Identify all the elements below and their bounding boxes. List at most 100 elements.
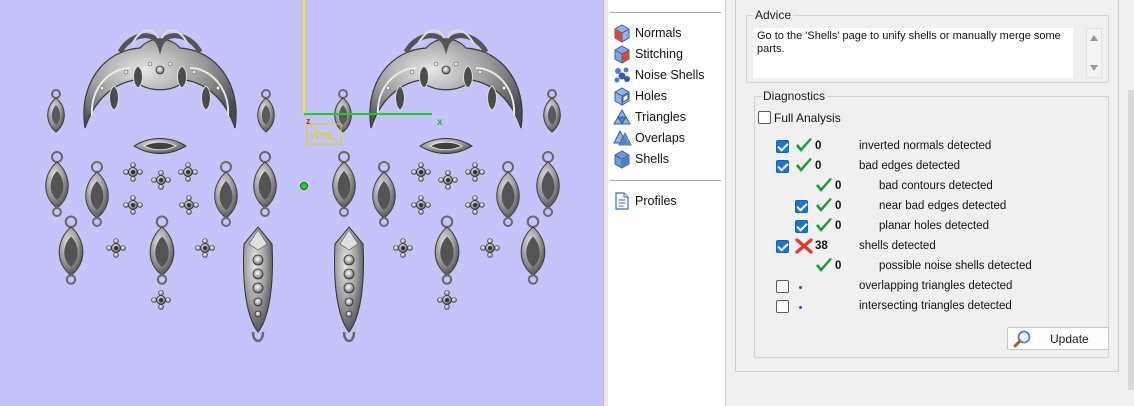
scroll-up-icon[interactable]	[1090, 35, 1098, 41]
earring-drop-piece[interactable]	[256, 89, 276, 133]
flower-stud-piece[interactable]	[437, 290, 457, 310]
earring-drop-piece[interactable]	[535, 151, 561, 217]
earring-drop-piece[interactable]	[371, 161, 397, 227]
nav-item-shells[interactable]: Shells	[612, 149, 669, 169]
diagnostic-count: 0	[815, 140, 822, 152]
earring-drop-piece[interactable]	[252, 151, 278, 217]
origin-marker	[300, 182, 308, 190]
crown-piece[interactable]	[84, 30, 236, 128]
earring-drop-piece[interactable]	[495, 161, 521, 227]
stitching-cube-icon	[612, 44, 632, 64]
diagnostic-label: shells detected	[859, 240, 936, 252]
large-drop-piece[interactable]	[434, 215, 460, 285]
diagnostic-label: intersecting triangles detected	[859, 300, 1012, 312]
diagnostic-checkbox[interactable]	[776, 300, 789, 313]
diagnostic-checkbox[interactable]	[795, 220, 808, 233]
nav-item-profiles[interactable]: Profiles	[612, 191, 677, 211]
shells-cube-icon	[612, 149, 632, 169]
center-drop-piece[interactable]	[133, 138, 187, 154]
flower-stud-piece[interactable]	[123, 195, 143, 215]
nav-item-normals[interactable]: Normals	[612, 23, 682, 43]
advice-title: Advice	[753, 8, 794, 22]
nav-item-label: Profiles	[635, 194, 677, 208]
diagnostic-label: planar holes detected	[879, 220, 989, 232]
nav-item-label: Triangles	[635, 110, 686, 124]
diagnostic-checkbox[interactable]	[776, 140, 789, 153]
advice-scrollbar[interactable]	[1086, 28, 1102, 78]
holes-cube-icon	[612, 86, 632, 106]
diagnostic-checkbox[interactable]	[795, 200, 808, 213]
diagnostic-label: bad edges detected	[859, 160, 961, 172]
properties-panel: Advice Go to the 'Shells' page to unify …	[727, 0, 1134, 406]
nav-item-noise-shells[interactable]: Noise Shells	[612, 65, 704, 85]
flower-stud-piece[interactable]	[411, 195, 431, 215]
document-icon	[612, 191, 632, 211]
flower-stud-piece[interactable]	[195, 238, 215, 258]
large-drop-piece[interactable]	[520, 215, 546, 285]
nav-item-triangles[interactable]: Triangles	[612, 107, 686, 127]
bail-pendant-piece[interactable]	[242, 225, 274, 343]
diagnostic-checkbox[interactable]	[776, 160, 789, 173]
center-drop-piece[interactable]	[419, 138, 473, 154]
check-mark-icon	[815, 258, 833, 274]
flower-stud-piece[interactable]	[179, 195, 199, 215]
pending-dot-icon	[799, 306, 802, 309]
flower-stud-piece[interactable]	[178, 162, 198, 182]
bail-pendant-piece[interactable]	[333, 225, 365, 343]
large-drop-piece[interactable]	[58, 215, 84, 285]
earring-drop-piece[interactable]	[44, 151, 70, 217]
large-drop-piece[interactable]	[149, 215, 175, 285]
flower-stud-piece[interactable]	[411, 162, 431, 182]
flower-stud-piece[interactable]	[123, 162, 143, 182]
jewelry-model-render[interactable]: z x WCS	[0, 0, 603, 406]
flower-stud-piece[interactable]	[465, 162, 485, 182]
earring-drop-piece[interactable]	[84, 161, 110, 227]
diagnostics-title: Diagnostics	[761, 89, 828, 103]
z-axis-label: z	[306, 116, 311, 126]
diagnostic-label: possible noise shells detected	[879, 260, 1032, 272]
nav-separator	[610, 180, 721, 181]
check-mark-icon	[815, 178, 833, 194]
3d-viewport[interactable]: z x WCS	[0, 0, 603, 406]
check-mark-icon	[815, 198, 833, 214]
earring-drop-piece[interactable]	[333, 89, 353, 133]
x-axis-label: x	[437, 117, 443, 128]
earring-drop-piece[interactable]	[331, 151, 357, 217]
nav-item-overlaps[interactable]: Overlaps	[612, 128, 685, 148]
scroll-down-icon[interactable]	[1090, 65, 1098, 71]
diagnostic-checkbox[interactable]	[776, 240, 789, 253]
earring-drop-piece[interactable]	[46, 89, 66, 133]
nav-item-label: Stitching	[635, 47, 683, 61]
nav-item-label: Overlaps	[635, 131, 686, 145]
flower-stud-piece[interactable]	[151, 290, 171, 310]
diagnostic-count: 38	[815, 240, 828, 252]
earring-drop-piece[interactable]	[542, 89, 562, 133]
flower-stud-piece[interactable]	[480, 238, 500, 258]
flower-stud-piece[interactable]	[151, 170, 171, 190]
flower-stud-piece[interactable]	[106, 238, 126, 258]
diagnostic-count: 0	[835, 200, 842, 212]
flower-stud-piece[interactable]	[438, 170, 458, 190]
nav-item-stitching[interactable]: Stitching	[612, 44, 683, 64]
noise-shells-icon	[612, 65, 632, 85]
earring-drop-piece[interactable]	[213, 161, 239, 227]
diagnostic-label: overlapping triangles detected	[859, 280, 1013, 292]
flower-stud-piece[interactable]	[465, 195, 485, 215]
nav-item-holes[interactable]: Holes	[612, 86, 667, 106]
analysis-page: Advice Go to the 'Shells' page to unify …	[735, 0, 1119, 372]
repair-pages-nav: Normals Stitching Noise Shells Holes Triangl…	[608, 0, 726, 406]
diagnostic-checkbox[interactable]	[776, 280, 789, 293]
full-analysis-checkbox[interactable]	[758, 111, 771, 124]
nav-item-label: Normals	[635, 26, 682, 40]
check-mark-icon	[815, 218, 833, 234]
nav-item-label: Holes	[635, 89, 667, 103]
panel-scrollbar[interactable]	[1128, 90, 1134, 390]
wcs-label: WCS	[310, 131, 334, 142]
update-button-label: Update	[1050, 332, 1089, 346]
update-button[interactable]: Update	[1007, 327, 1109, 350]
triangles-icon	[612, 107, 632, 127]
diagnostic-count: 0	[835, 220, 842, 232]
overlaps-icon	[612, 128, 632, 148]
flower-stud-piece[interactable]	[393, 238, 413, 258]
full-analysis-label: Full Analysis	[774, 111, 841, 125]
